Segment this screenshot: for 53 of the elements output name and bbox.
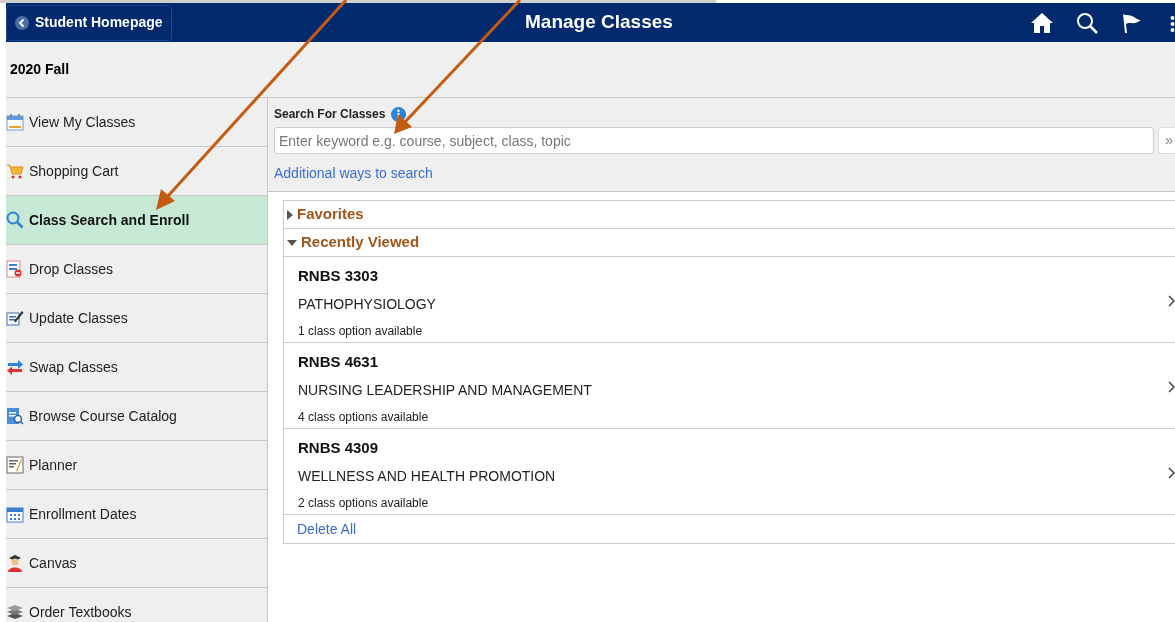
class-options-count: 4 class options available	[298, 408, 429, 426]
class-row[interactable]: RNBS 4631 NURSING LEADERSHIP AND MANAGEMENT 4 class options available	[284, 343, 1175, 429]
sidebar-item[interactable]: Drop Classes	[6, 245, 267, 294]
course-code: RNBS 4631	[298, 352, 379, 372]
swap-arrows-icon	[6, 358, 24, 376]
chevron-right-icon	[1168, 381, 1175, 393]
sidebar-item[interactable]: Planner	[6, 441, 267, 490]
sidebar-item[interactable]: Order Textbooks	[6, 588, 267, 622]
notepad-icon	[6, 456, 24, 474]
term-label: 2020 Fall	[10, 60, 70, 79]
search-field[interactable]: Enter keyword e.g. course, subject, class, topic	[274, 127, 1154, 154]
class-row[interactable]: RNBS 3303 PATHOPHYSIOLOGY 1 class option available	[284, 257, 1175, 343]
chevron-right-icon	[1168, 295, 1175, 307]
chevron-right-icon	[1168, 467, 1175, 479]
course-title: WELLNESS AND HEALTH PROMOTION	[298, 466, 556, 486]
edit-document-icon	[6, 309, 24, 327]
expand-icon	[287, 209, 293, 220]
course-code: RNBS 3303	[298, 266, 379, 286]
sidebar-item[interactable]: Swap Classes	[6, 343, 267, 392]
collapse-icon	[287, 239, 297, 246]
document-icon	[6, 260, 24, 278]
section-header[interactable]: Recently Viewed	[284, 229, 1175, 257]
home-icon[interactable]	[1030, 11, 1054, 34]
graduate-icon	[6, 554, 24, 572]
cart-icon	[6, 162, 24, 180]
sidebar-item[interactable]: Update Classes	[6, 294, 267, 343]
sidebar-item[interactable]: View My Classes	[6, 98, 267, 147]
course-title: NURSING LEADERSHIP AND MANAGEMENT	[298, 380, 592, 400]
section-header[interactable]: Favorites	[284, 201, 1175, 229]
back-icon	[15, 15, 29, 30]
class-row[interactable]: RNBS 4309 WELLNESS AND HEALTH PROMOTION 2 class options available	[284, 429, 1175, 515]
sidebar-item[interactable]: Class Search and Enroll	[6, 196, 267, 245]
course-code: RNBS 4309	[298, 438, 379, 458]
additional-search-link[interactable]: Additional ways to search	[274, 163, 433, 184]
flag-icon[interactable]	[1120, 11, 1142, 34]
catalog-search-icon	[6, 407, 24, 425]
search-label: Search For Classes	[274, 106, 386, 123]
sidebar-item[interactable]: Browse Course Catalog	[6, 392, 267, 441]
class-options-count: 1 class option available	[298, 322, 423, 340]
course-title: PATHOPHYSIOLOGY	[298, 294, 436, 314]
class-options-count: 2 class options available	[298, 494, 429, 512]
books-icon	[6, 603, 24, 621]
delete-all-link[interactable]: Delete All	[297, 518, 357, 540]
calendar-icon	[6, 505, 24, 523]
sidebar-item[interactable]: Canvas	[6, 539, 267, 588]
calendar-icon	[6, 113, 24, 131]
search-submit-button[interactable]: »	[1158, 127, 1175, 154]
back-button[interactable]: Student Homepage	[6, 4, 172, 41]
sidebar-item[interactable]: Enrollment Dates	[6, 490, 267, 539]
search-icon	[6, 211, 24, 229]
page-title: Manage Classes	[525, 10, 673, 35]
search-icon[interactable]	[1076, 11, 1098, 34]
more-icon[interactable]	[1170, 16, 1175, 32]
